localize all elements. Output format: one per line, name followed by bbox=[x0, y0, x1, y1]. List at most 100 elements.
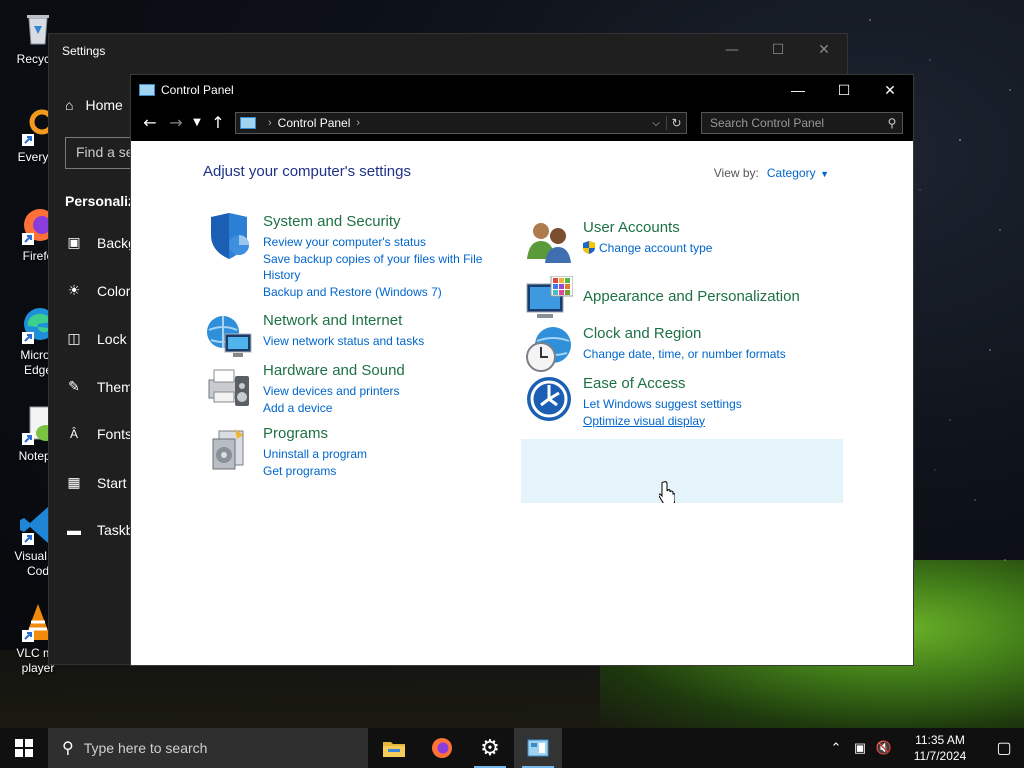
category-link[interactable]: Add a device bbox=[263, 400, 400, 417]
search-icon: ⚲ bbox=[62, 740, 74, 757]
start-button[interactable] bbox=[0, 728, 48, 768]
category-link[interactable]: Change date, time, or number formats bbox=[583, 346, 786, 363]
taskbar-icon: ▬ bbox=[67, 522, 81, 538]
settings-nav-background[interactable]: ▣ Backg bbox=[65, 234, 136, 251]
clock-time: 11:35 AM bbox=[915, 733, 965, 747]
refresh-icon[interactable]: ↻ bbox=[666, 116, 686, 130]
shield-icon bbox=[205, 213, 253, 261]
category-link[interactable]: Let Windows suggest settings bbox=[583, 396, 742, 413]
category-link[interactable]: Uninstall a program bbox=[263, 446, 367, 463]
start-tiles-icon: ▦ bbox=[67, 474, 81, 490]
category-title[interactable]: Clock and Region bbox=[583, 325, 701, 342]
taskbar-app-firefox[interactable] bbox=[418, 728, 466, 768]
taskbar: ⚲ Type here to search ⚙ ⌃ ▣ 🔇 11:35 AM 1… bbox=[0, 728, 1024, 768]
category-title[interactable]: System and Security bbox=[263, 213, 401, 230]
forward-button[interactable]: → bbox=[163, 111, 189, 135]
recent-locations-button[interactable]: ▼ bbox=[189, 111, 205, 135]
settings-nav-label: Color bbox=[97, 282, 131, 299]
chevron-down-icon[interactable]: ⌵ bbox=[646, 118, 666, 129]
network-icon[interactable]: ▣ bbox=[848, 740, 872, 756]
ease-of-access-icon bbox=[525, 375, 573, 423]
settings-nav-start[interactable]: ▦ Start bbox=[65, 474, 127, 491]
settings-nav-fonts[interactable]: Ȃ Fonts bbox=[65, 426, 132, 442]
taskbar-search-input[interactable]: ⚲ Type here to search bbox=[48, 728, 368, 768]
settings-find-input[interactable]: Find a se bbox=[65, 137, 135, 169]
chevron-right-icon[interactable]: › bbox=[356, 117, 360, 129]
uac-shield-icon bbox=[583, 241, 595, 254]
window-controls: — ☐ ✕ bbox=[775, 75, 913, 105]
up-button[interactable]: ↑ bbox=[205, 111, 231, 135]
view-by-value[interactable]: Category bbox=[767, 166, 816, 180]
category-link[interactable]: Backup and Restore (Windows 7) bbox=[263, 284, 493, 301]
category-link[interactable]: View network status and tasks bbox=[263, 333, 424, 350]
firefox-icon bbox=[432, 738, 452, 758]
settings-nav-label: Them bbox=[97, 378, 133, 395]
programs-icon bbox=[205, 425, 253, 473]
category-link[interactable]: Change account type bbox=[583, 240, 712, 257]
taskbar-app-file-explorer[interactable] bbox=[370, 728, 418, 768]
volume-muted-icon[interactable]: 🔇 bbox=[872, 740, 896, 756]
settings-home-label: Home bbox=[85, 97, 123, 113]
category-title[interactable]: Ease of Access bbox=[583, 375, 686, 392]
settings-gear-icon: ⚙ bbox=[480, 735, 500, 760]
home-icon: ⌂ bbox=[65, 97, 74, 113]
settings-section-title: Personaliz bbox=[65, 193, 136, 209]
category-link[interactable]: Get programs bbox=[263, 463, 367, 480]
clock-globe-icon bbox=[525, 325, 573, 373]
chevron-down-icon[interactable]: ▼ bbox=[818, 169, 829, 179]
category-title[interactable]: User Accounts bbox=[583, 219, 680, 236]
category-title[interactable]: Network and Internet bbox=[263, 312, 402, 329]
settings-nav-label: Start bbox=[97, 474, 127, 491]
close-button[interactable]: ✕ bbox=[801, 34, 847, 66]
control-panel-titlebar[interactable]: Control Panel — ☐ ✕ bbox=[131, 75, 913, 105]
control-panel-icon bbox=[527, 739, 549, 757]
chevron-right-icon: › bbox=[268, 117, 272, 129]
taskbar-app-settings[interactable]: ⚙ bbox=[466, 728, 514, 768]
windows-logo-icon bbox=[15, 739, 33, 757]
taskbar-search-placeholder: Type here to search bbox=[83, 740, 208, 756]
settings-nav-lock-screen[interactable]: ◫ Lock s bbox=[65, 330, 137, 347]
settings-nav-taskbar[interactable]: ▬ Taskb bbox=[65, 522, 134, 538]
taskbar-app-control-panel[interactable] bbox=[514, 728, 562, 768]
monitor-colors-icon bbox=[525, 275, 574, 324]
settings-home-link[interactable]: ⌂ Home bbox=[65, 97, 123, 113]
category-link-label: Change account type bbox=[599, 241, 713, 255]
globe-network-icon bbox=[205, 312, 253, 360]
view-by-label: View by: bbox=[713, 166, 759, 180]
minimize-button[interactable]: — bbox=[709, 34, 755, 66]
category-title[interactable]: Appearance and Personalization bbox=[583, 288, 800, 305]
control-panel-window[interactable]: Control Panel — ☐ ✕ ← → ▼ ↑ › Control Pa… bbox=[130, 74, 914, 666]
settings-nav-themes[interactable]: ✎ Them bbox=[65, 378, 133, 395]
clock[interactable]: 11:35 AM 11/7/2024 bbox=[902, 732, 978, 764]
address-bar[interactable]: › Control Panel › ⌵ ↻ bbox=[235, 112, 687, 134]
breadcrumb-item[interactable]: Control Panel bbox=[278, 116, 351, 130]
category-link[interactable]: Save backup copies of your files with Fi… bbox=[263, 251, 493, 284]
font-icon: Ȃ bbox=[69, 427, 78, 441]
view-by-selector[interactable]: View by: Category ▼ bbox=[714, 166, 829, 180]
category-link[interactable]: Review your computer's status bbox=[263, 234, 493, 251]
control-panel-icon bbox=[240, 117, 256, 129]
notification-center-icon[interactable]: ▢ bbox=[984, 738, 1024, 758]
maximize-button[interactable]: ☐ bbox=[821, 75, 867, 105]
control-panel-content: Adjust your computer's settings View by:… bbox=[131, 141, 913, 665]
settings-nav-label: Taskb bbox=[97, 522, 134, 538]
category-title[interactable]: Hardware and Sound bbox=[263, 362, 405, 379]
category-link[interactable]: View devices and printers bbox=[263, 383, 400, 400]
back-button[interactable]: ← bbox=[137, 111, 163, 135]
maximize-button[interactable]: ☐ bbox=[755, 34, 801, 66]
page-title: Adjust your computer's settings bbox=[203, 163, 411, 180]
category-link-hovered[interactable]: Optimize visual display bbox=[583, 413, 742, 430]
close-button[interactable]: ✕ bbox=[867, 75, 913, 105]
file-explorer-icon bbox=[383, 742, 405, 757]
settings-nav-colors[interactable]: ☀ Color bbox=[65, 282, 131, 299]
settings-nav-label: Fonts bbox=[97, 426, 133, 442]
chevron-up-icon[interactable]: ⌃ bbox=[824, 740, 848, 756]
theme-brush-icon: ✎ bbox=[68, 378, 80, 394]
lock-screen-icon: ◫ bbox=[67, 330, 81, 346]
hover-highlight bbox=[521, 439, 843, 503]
category-title[interactable]: Programs bbox=[263, 425, 328, 442]
minimize-button[interactable]: — bbox=[775, 75, 821, 105]
system-tray: ⌃ ▣ 🔇 11:35 AM 11/7/2024 ▢ bbox=[824, 728, 1024, 768]
search-input[interactable]: Search Control Panel ⚲ bbox=[701, 112, 903, 134]
control-panel-icon bbox=[139, 84, 155, 96]
